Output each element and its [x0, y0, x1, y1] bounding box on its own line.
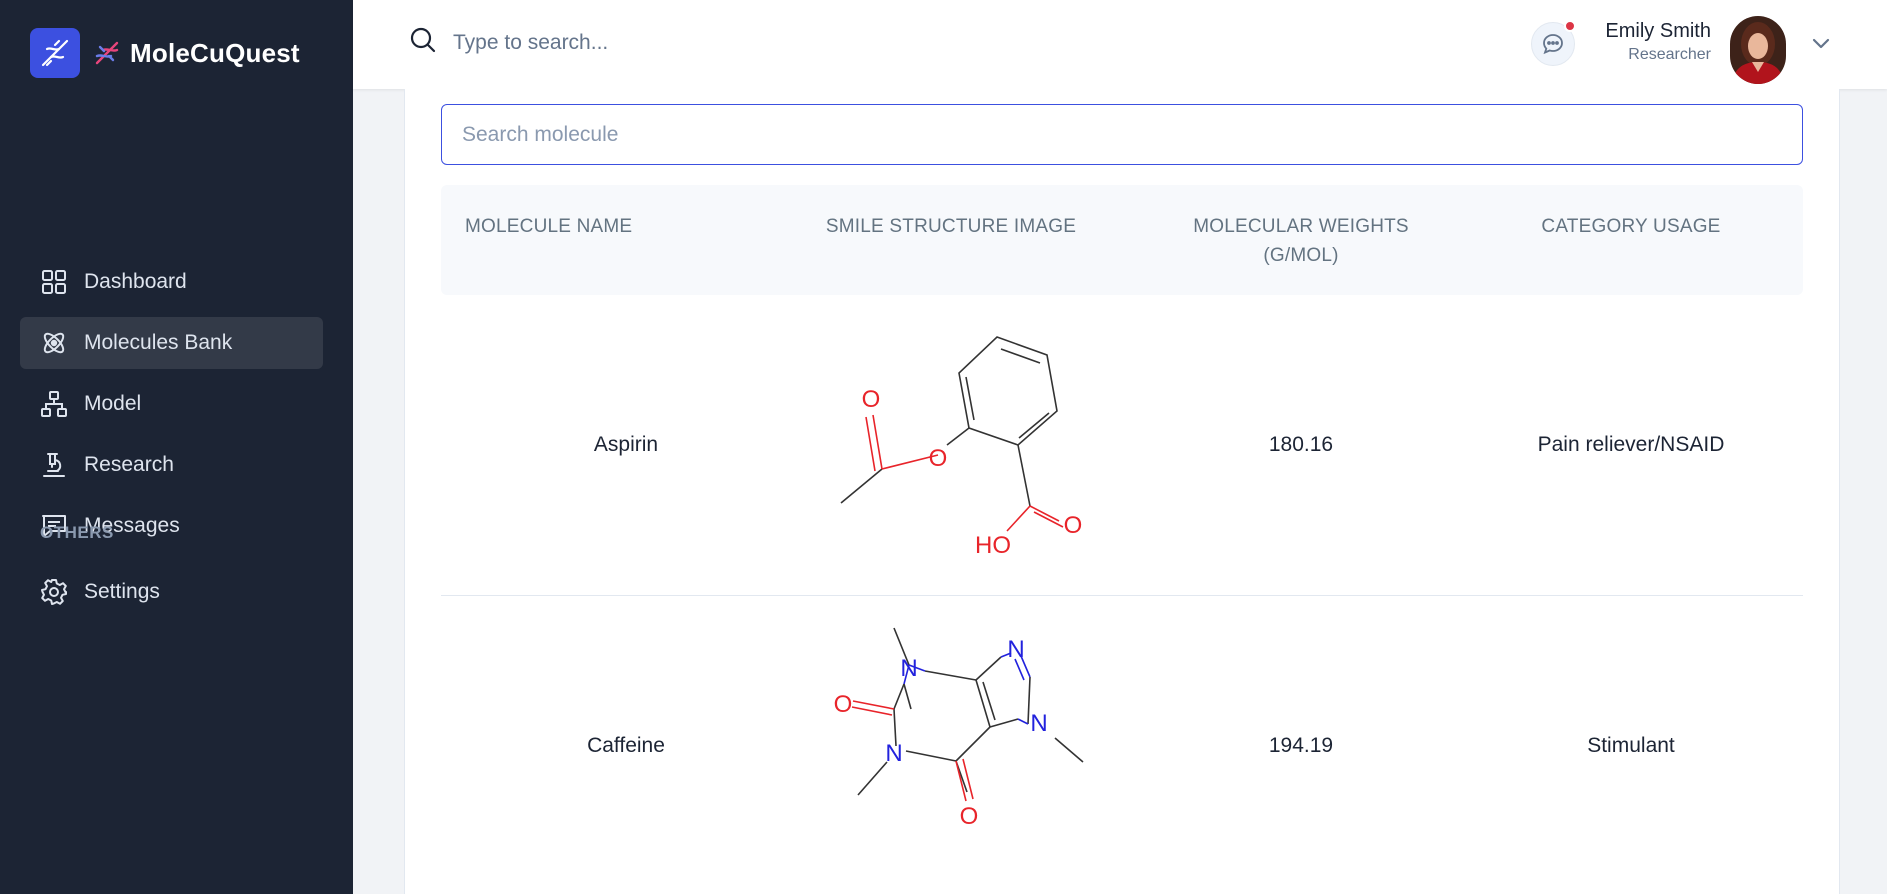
molecule-structure-caffeine: N N N N O O	[834, 627, 1084, 830]
table-header: MOLECULE NAME SMILE STRUCTURE IMAGE MOLE…	[441, 185, 1803, 295]
molecule-search-input[interactable]	[441, 104, 1803, 165]
sidebar-item-label: Research	[84, 453, 174, 476]
atom-label: O	[1064, 512, 1083, 539]
sidebar: MoleCuQuest Dashboard Molecules Bank Mod…	[0, 0, 353, 894]
sidebar-item-label: Model	[84, 392, 142, 415]
global-search	[409, 26, 853, 59]
table-row[interactable]: Caffeine N N N N O O 194.19 Stimulant	[441, 596, 1803, 894]
sidebar-item-label: Dashboard	[84, 270, 187, 293]
column-header-molecule-name: MOLECULE NAME	[465, 216, 633, 237]
sidebar-item-research[interactable]: Research	[20, 439, 323, 491]
chat-icon	[1543, 34, 1563, 55]
nav-section-others: OTHERS	[40, 523, 114, 542]
brand-logo-icon	[30, 28, 80, 78]
column-header-molecular-weight: MOLECULAR WEIGHTS (G/MOL)	[1193, 216, 1409, 266]
atom-label: N	[885, 740, 902, 767]
atom-label: O	[862, 386, 881, 413]
grid-icon	[40, 268, 68, 296]
top-header: Emily Smith Researcher	[353, 0, 1887, 89]
gear-icon	[40, 578, 68, 606]
molecules-table-card: MOLECULE NAME SMILE STRUCTURE IMAGE MOLE…	[404, 89, 1840, 894]
sidebar-nav: Dashboard Molecules Bank Model Research …	[20, 256, 323, 561]
sidebar-item-model[interactable]: Model	[20, 378, 323, 430]
atom-icon	[40, 329, 68, 357]
table-row[interactable]: Aspirin O O O HO 180.16 Pain reliever/NS…	[441, 295, 1803, 596]
microscope-icon	[40, 451, 68, 479]
molecule-name: Aspirin	[593, 433, 659, 456]
search-icon[interactable]	[409, 26, 437, 59]
column-header-smile-structure: SMILE STRUCTURE IMAGE	[825, 216, 1077, 237]
sidebar-item-label: Molecules Bank	[84, 331, 233, 354]
molecule-structure-aspirin: O O O HO	[840, 336, 1083, 559]
brand-name: MoleCuQuest	[130, 37, 300, 68]
atom-label: HO	[975, 532, 1011, 559]
atom-label: O	[929, 445, 948, 472]
chat-notification-button[interactable]	[1531, 20, 1576, 66]
notification-dot	[1564, 20, 1576, 32]
sidebar-nav-others: Settings	[20, 566, 323, 627]
sidebar-item-settings[interactable]: Settings	[20, 566, 323, 618]
sidebar-item-dashboard[interactable]: Dashboard	[20, 256, 323, 308]
dna-icon	[94, 40, 120, 66]
molecule-name: Caffeine	[587, 734, 665, 757]
atom-label: O	[960, 803, 979, 830]
global-search-input[interactable]	[453, 30, 853, 55]
sidebar-item-label: Settings	[84, 580, 160, 603]
atom-label: N	[1007, 636, 1024, 663]
user-name[interactable]: Emily Smith	[1605, 20, 1711, 43]
chevron-down-icon[interactable]	[1810, 32, 1832, 59]
network-icon	[40, 390, 68, 418]
category-usage: Stimulant	[1587, 734, 1675, 757]
sidebar-item-molecules-bank[interactable]: Molecules Bank	[20, 317, 323, 369]
user-role: Researcher	[1628, 46, 1711, 63]
molecular-weight: 180.16	[1268, 433, 1334, 456]
molecular-weight: 194.19	[1268, 734, 1334, 757]
brand[interactable]: MoleCuQuest	[30, 28, 300, 78]
atom-label: N	[900, 655, 917, 682]
column-header-category-usage: CATEGORY USAGE	[1541, 216, 1721, 237]
avatar[interactable]	[1730, 16, 1786, 84]
atom-label: N	[1030, 710, 1047, 737]
atom-label: O	[834, 691, 853, 718]
category-usage: Pain reliever/NSAID	[1537, 433, 1725, 456]
